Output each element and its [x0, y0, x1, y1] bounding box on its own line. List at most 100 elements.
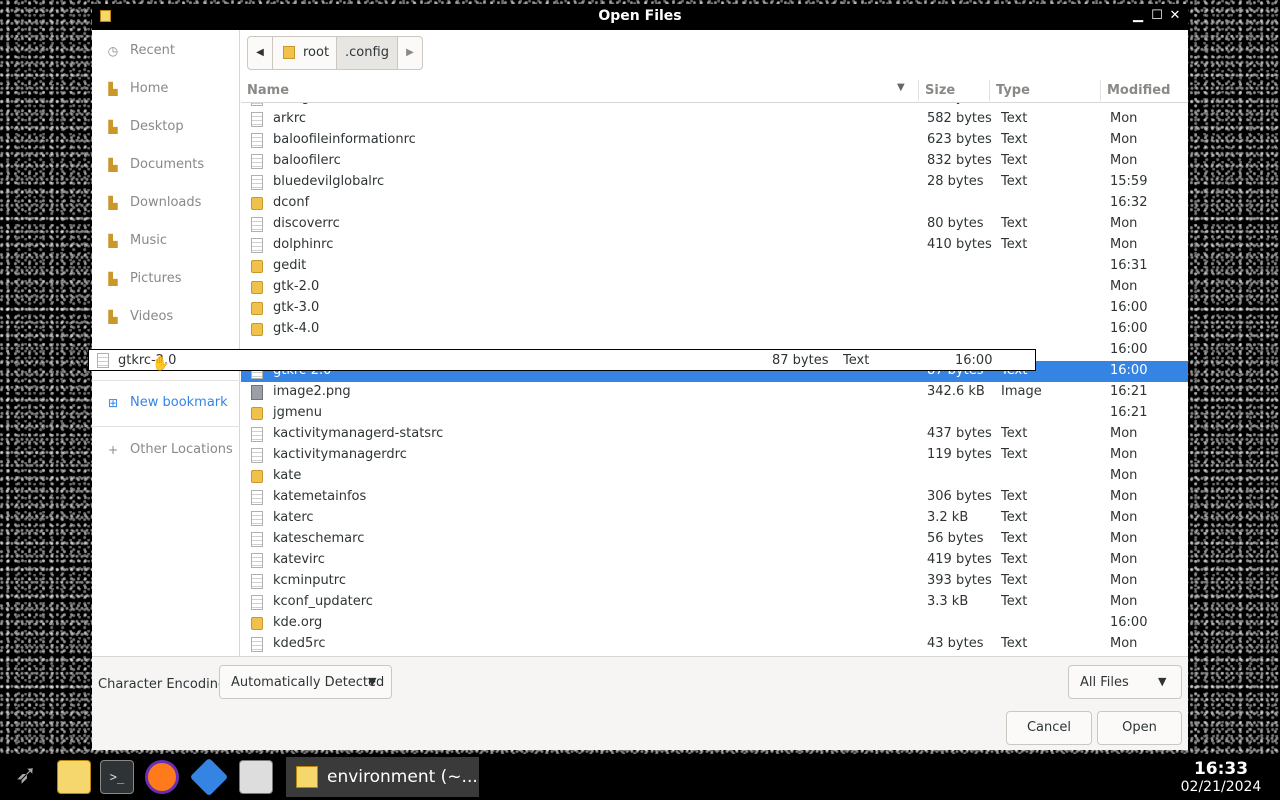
column-header: Name ▼ Size Type Modified — [241, 78, 1188, 103]
new-bookmark-button[interactable]: ⊞ New bookmark — [92, 384, 240, 422]
cell-name: kactivitymanagerdrc — [273, 447, 407, 462]
cell-modified: 16:32 — [1110, 195, 1148, 210]
table-row[interactable]: gtk-3.0 16:00 — [241, 298, 1188, 319]
cell-modified: Mon — [1110, 111, 1138, 126]
cell-name: gtk-2.0 — [273, 279, 320, 294]
sidebar-item-music[interactable]: ▙ Music — [92, 222, 240, 260]
cell-modified: 16:21 — [1110, 384, 1148, 399]
column-type[interactable]: Type — [996, 83, 1030, 98]
table-row[interactable]: bluedevilglobalrc 28 bytes Text 15:59 — [241, 172, 1188, 193]
table-row[interactable]: arkrc 582 bytes Text Mon — [241, 109, 1188, 130]
cell-size: 342.6 kB — [927, 384, 985, 399]
close-button[interactable]: ✕ — [1167, 7, 1183, 25]
cell-size: 393 bytes — [927, 573, 992, 588]
cell-modified: 16:21 — [1110, 405, 1148, 420]
table-row[interactable]: gtk-2.0 Mon — [241, 277, 1188, 298]
chevron-down-icon: ▼ — [368, 675, 377, 688]
table-row[interactable]: baloofilerc 832 bytes Text Mon — [241, 151, 1188, 172]
sidebar-item-desktop[interactable]: ▙ Desktop — [92, 108, 240, 146]
table-row[interactable]: kateschemarc 56 bytes Text Mon — [241, 529, 1188, 550]
sidebar-item-pictures[interactable]: ▙ Pictures — [92, 260, 240, 298]
table-row[interactable]: dconf 16:32 — [241, 193, 1188, 214]
places-sidebar: ◷ Recent ▙ Home ▙ Desktop ▙ Documents ▙ Downl… — [92, 30, 240, 656]
path-forward-button[interactable]: ▶ — [397, 36, 423, 70]
table-row[interactable]: katevirc 419 bytes Text Mon — [241, 550, 1188, 571]
path-back-button[interactable]: ◀ — [247, 36, 273, 70]
table-row[interactable]: jgmenu 16:21 — [241, 403, 1188, 424]
table-row[interactable]: kactivitymanagerd-statsrc 437 bytes Text Mo… — [241, 424, 1188, 445]
table-row[interactable]: image2.png 342.6 kB Image 16:21 — [241, 382, 1188, 403]
cell-modified: Mon — [1110, 426, 1138, 441]
cancel-button[interactable]: Cancel — [1006, 711, 1092, 745]
sidebar-item-videos[interactable]: ▙ Videos — [92, 298, 240, 336]
maximize-button[interactable]: ☐ — [1149, 7, 1165, 25]
cell-type: Text — [1001, 636, 1028, 651]
cell-modified: Mon — [1110, 279, 1138, 294]
table-row[interactable]: kconf_updaterc 3.3 kB Text Mon — [241, 592, 1188, 613]
sidebar-item-recent[interactable]: ◷ Recent — [92, 32, 240, 70]
encoding-label: Character Encoding: — [98, 677, 231, 692]
text-file-icon — [251, 154, 263, 169]
table-row[interactable]: kcminputrc 393 bytes Text Mon — [241, 571, 1188, 592]
search-tool-icon[interactable] — [239, 760, 273, 794]
cell-name: kactivitymanagerd-statsrc — [273, 426, 444, 441]
cell-type: Text — [1001, 552, 1028, 567]
encoding-dropdown[interactable]: Automatically Detected ▼ — [219, 665, 392, 699]
text-file-icon — [251, 427, 263, 442]
cell-type: Text — [1001, 510, 1028, 525]
table-row[interactable]: katemetainfos 306 bytes Text Mon — [241, 487, 1188, 508]
text-file-icon — [251, 553, 263, 568]
cell-modified: Mon — [1110, 447, 1138, 462]
cell-name: arkrc — [273, 111, 307, 126]
cell-name: discoverrc — [273, 216, 340, 231]
table-row[interactable]: discoverrc 80 bytes Text Mon — [241, 214, 1188, 235]
minimize-button[interactable]: ▁ — [1130, 7, 1146, 25]
table-row[interactable]: kactivitymanagerdrc 119 bytes Text Mon — [241, 445, 1188, 466]
table-row[interactable]: katerc 3.2 kB Text Mon — [241, 508, 1188, 529]
sidebar-item-documents[interactable]: ▙ Documents — [92, 146, 240, 184]
folder-icon: ▙ — [108, 272, 118, 286]
text-editor-icon[interactable] — [57, 760, 91, 794]
column-name[interactable]: Name — [247, 83, 289, 98]
title-bar[interactable]: Open Files ▁ ☐ ✕ — [92, 4, 1188, 30]
file-manager-icon[interactable] — [189, 757, 229, 797]
folder-icon — [251, 260, 263, 273]
table-row[interactable]: dolphinrc 410 bytes Text Mon — [241, 235, 1188, 256]
cell-name: bluedevilglobalrc — [273, 174, 385, 189]
table-row[interactable]: gedit 16:31 — [241, 256, 1188, 277]
file-filter-dropdown[interactable]: All Files ▼ — [1068, 665, 1182, 699]
column-modified[interactable]: Modified — [1107, 83, 1170, 98]
table-row[interactable]: kate Mon — [241, 466, 1188, 487]
table-row[interactable]: kded5rc 43 bytes Text Mon — [241, 634, 1188, 655]
open-button[interactable]: Open — [1097, 711, 1182, 745]
folder-icon — [251, 617, 263, 630]
sidebar-item-downloads[interactable]: ▙ Downloads — [92, 184, 240, 222]
column-size[interactable]: Size — [925, 83, 955, 98]
path-crumb-root[interactable]: root — [272, 36, 337, 70]
folder-icon: ▙ — [108, 158, 118, 172]
clock[interactable]: 16:33 02/21/2024 — [1178, 759, 1264, 795]
launcher-rocket-icon[interactable]: ➶ — [9, 760, 43, 794]
sidebar-item-home[interactable]: ▙ Home — [92, 70, 240, 108]
text-file-icon — [251, 133, 263, 148]
path-crumb-config[interactable]: .config — [336, 36, 398, 70]
cell-size: 119 bytes — [927, 447, 992, 462]
image-file-icon — [251, 385, 263, 400]
table-row[interactable]: gtk-4.0 16:00 — [241, 319, 1188, 340]
cell-name: gedit — [273, 258, 307, 273]
terminal-icon[interactable]: >_ — [100, 760, 134, 794]
taskbar-task-environment[interactable]: environment (~... — [286, 757, 479, 797]
cell-size: 28 bytes — [927, 174, 984, 189]
table-row[interactable]: kde.org 16:00 — [241, 613, 1188, 634]
sidebar-item-other-locations[interactable]: + Other Locations — [92, 431, 240, 469]
folder-icon — [251, 323, 263, 336]
hand-cursor-icon: ✋ — [152, 356, 170, 372]
table-row[interactable]: baloofileinformationrc 623 bytes Text Mon — [241, 130, 1188, 151]
cell-type: Text — [1001, 174, 1028, 189]
cell-modified: Mon — [1110, 510, 1138, 525]
folder-icon — [251, 470, 263, 483]
firefox-icon[interactable] — [145, 760, 179, 794]
sort-arrow-icon[interactable]: ▼ — [897, 82, 905, 93]
folder-icon — [251, 197, 263, 210]
cell-size: 306 bytes — [927, 489, 992, 504]
